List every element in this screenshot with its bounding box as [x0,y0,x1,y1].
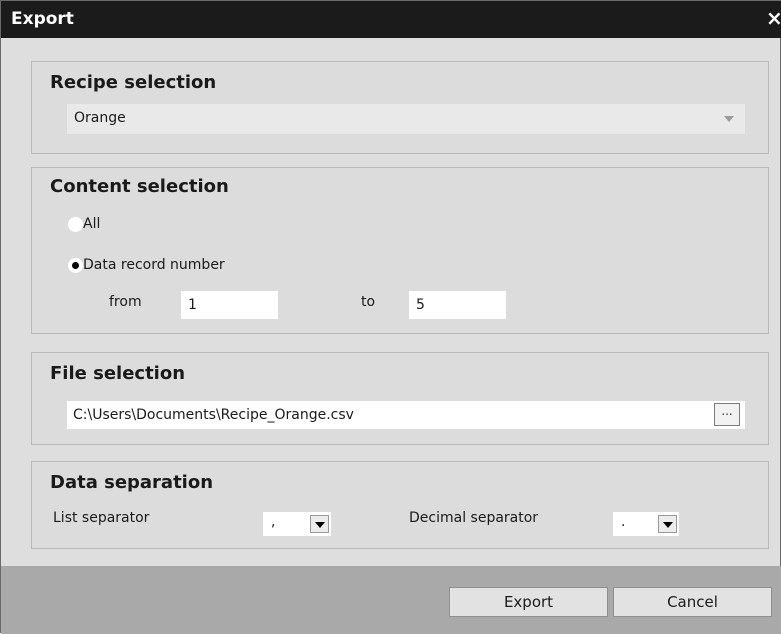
from-input[interactable]: 1 [181,291,278,319]
from-label: from [109,294,142,310]
decimal-separator-value: . [621,514,626,530]
list-separator-label: List separator [53,510,150,526]
close-icon[interactable]: × [766,6,781,30]
dialog-title: Export [11,9,74,29]
data-separation-title: Data separation [50,472,214,493]
file-path-input[interactable]: C:\Users\Documents\Recipe_Orange.csv [67,401,745,429]
radio-data-record-number-label: Data record number [83,257,225,273]
content-selection-title: Content selection [50,176,229,197]
radio-selected-dot [72,262,79,269]
cancel-button[interactable]: Cancel [613,587,772,617]
chevron-down-icon [724,116,734,122]
chevron-down-icon [310,515,329,533]
to-input-value: 5 [416,297,425,313]
recipe-dropdown[interactable]: Orange [67,104,745,134]
recipe-selection-title: Recipe selection [50,72,217,93]
browse-button[interactable]: ... [714,403,740,426]
list-separator-value: , [271,514,276,530]
title-bar: Export × [1,1,781,38]
radio-all-label: All [83,216,101,232]
to-input[interactable]: 5 [409,291,506,319]
radio-all[interactable] [68,217,83,232]
recipe-dropdown-value: Orange [74,110,126,126]
decimal-separator-label: Decimal separator [409,510,539,526]
file-path-value: C:\Users\Documents\Recipe_Orange.csv [73,407,354,423]
radio-data-record-number[interactable] [68,258,83,273]
file-selection-title: File selection [50,363,186,384]
export-button[interactable]: Export [449,587,608,617]
list-separator-dropdown[interactable]: , [263,512,331,536]
to-label: to [361,294,376,310]
from-input-value: 1 [188,297,197,313]
decimal-separator-dropdown[interactable]: . [613,512,679,536]
file-selection-group: File selection [31,352,769,445]
export-dialog: Export × Recipe selection Orange Content… [0,0,781,634]
chevron-down-icon [658,515,677,533]
content-selection-group: Content selection [31,167,769,334]
